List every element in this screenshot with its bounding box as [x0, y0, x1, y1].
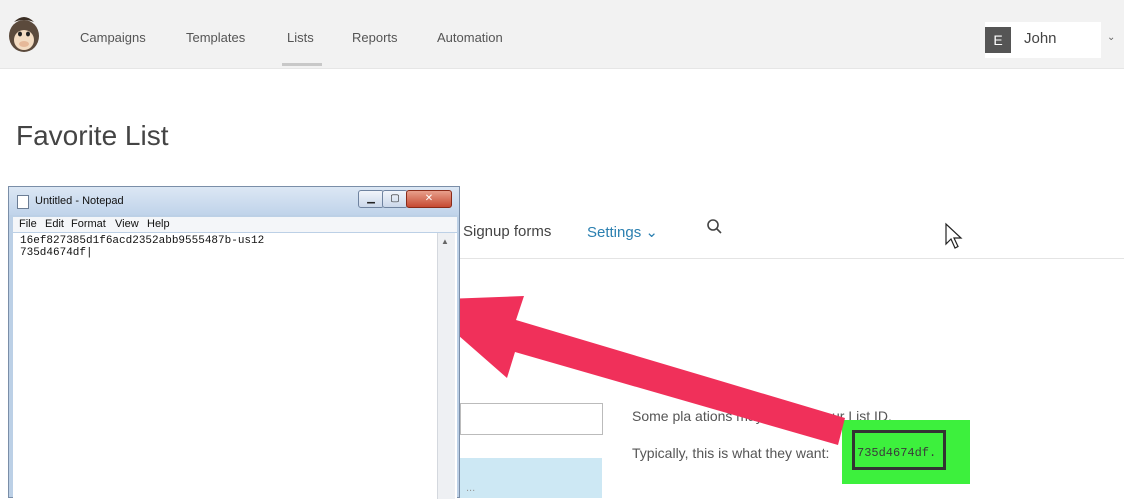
notepad-app-icon: [17, 195, 29, 209]
notepad-titlebar[interactable]: Untitled - Notepad ▁ ▢ ✕: [9, 187, 459, 215]
notepad-menubar: File Edit Format View Help: [13, 217, 457, 232]
menu-file[interactable]: File: [19, 218, 37, 230]
scroll-up-icon[interactable]: ▲: [441, 237, 449, 246]
notepad-line: 735d4674df|: [20, 247, 93, 259]
close-icon: ✕: [424, 193, 434, 204]
notepad-text-area[interactable]: 16ef827385d1f6acd2352abb9555487b-us12 73…: [13, 233, 457, 499]
close-button[interactable]: ✕: [406, 190, 452, 208]
menu-format[interactable]: Format: [71, 218, 106, 230]
maximize-button[interactable]: ▢: [382, 190, 408, 208]
minimize-button[interactable]: ▁: [358, 190, 384, 208]
notepad-scrollbar[interactable]: ▲: [437, 233, 455, 499]
notepad-line: 16ef827385d1f6acd2352abb9555487b-us12: [20, 235, 265, 247]
notepad-window[interactable]: Untitled - Notepad ▁ ▢ ✕ File Edit Forma…: [8, 186, 460, 499]
maximize-icon: ▢: [390, 193, 400, 204]
menu-view[interactable]: View: [115, 218, 139, 230]
notepad-title: Untitled - Notepad: [35, 195, 124, 207]
minimize-icon: ▁: [367, 193, 375, 204]
menu-help[interactable]: Help: [147, 218, 170, 230]
menu-edit[interactable]: Edit: [45, 218, 64, 230]
